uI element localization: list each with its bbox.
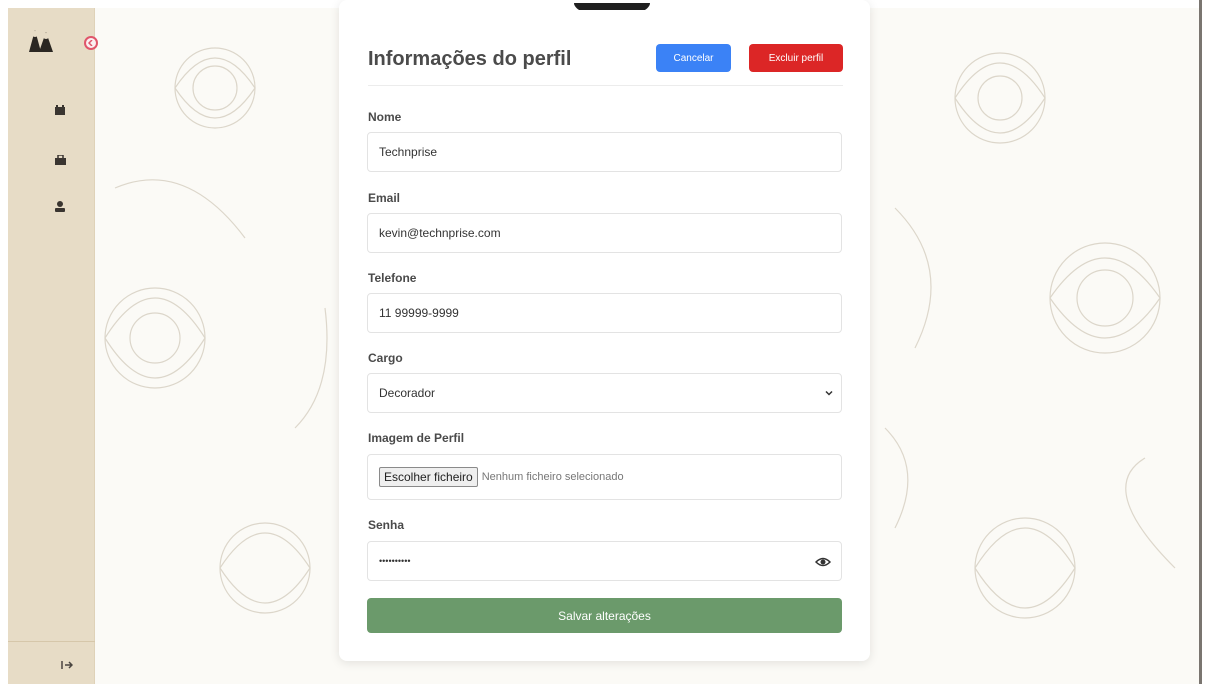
file-status: Nenhum ficheiro selecionado [481,471,624,483]
image-label: Imagem de Perfil [368,431,465,445]
email-field[interactable]: kevin@technprise.com [367,213,842,253]
calendar-icon[interactable] [52,102,68,118]
email-value: kevin@technprise.com [379,226,501,240]
eye-icon[interactable] [814,554,832,570]
card-header: Informações do perfil Cancelar Excluir p… [368,44,843,86]
logo [25,24,57,56]
email-label: Email [368,191,401,205]
chevron-down-icon [825,390,833,396]
page-title: Informações do perfil [368,48,572,70]
avatar [503,0,721,10]
briefcase-icon[interactable] [52,152,68,168]
role-label: Cargo [368,351,403,365]
delete-profile-button[interactable]: Excluir perfil [749,44,843,72]
role-select[interactable]: Decorador [367,373,842,413]
password-field[interactable]: •••••••••• [367,541,842,581]
choose-file-button[interactable]: Escolher ficheiro [379,467,478,487]
sidebar-divider [8,641,95,642]
logout-icon[interactable] [61,660,75,672]
phone-field[interactable]: 11 99999-9999 [367,293,842,333]
name-label: Nome [368,110,402,124]
sidebar [8,8,95,684]
phone-label: Telefone [368,271,417,285]
name-value: Technprise [379,145,438,159]
name-field[interactable]: Technprise [367,132,842,172]
user-icon[interactable] [52,198,68,214]
password-value: •••••••••• [379,556,411,566]
password-label: Senha [368,518,405,532]
role-value: Decorador [379,386,436,400]
cancel-button[interactable]: Cancelar [656,44,731,72]
window-edge [1199,0,1202,684]
collapse-sidebar-button[interactable] [84,36,98,50]
image-upload-field: Escolher ficheiro Nenhum ficheiro seleci… [367,454,842,500]
phone-value: 11 99999-9999 [379,306,459,320]
chevron-left-icon [88,40,93,46]
save-button[interactable]: Salvar alterações [367,598,842,633]
